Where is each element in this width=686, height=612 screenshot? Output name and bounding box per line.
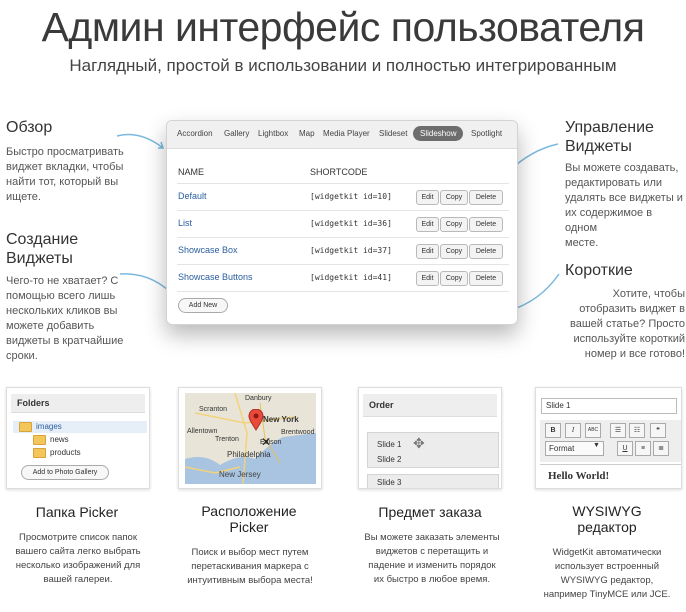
- tab-media-player[interactable]: Media Player: [323, 129, 370, 138]
- card-title: Папка Picker: [35, 504, 119, 520]
- edit-button[interactable]: Edit: [416, 244, 439, 259]
- folder-picker-preview: Folders images news products Add to Phot…: [6, 387, 150, 489]
- strikethrough-icon[interactable]: ABC: [585, 423, 601, 438]
- slide-item[interactable]: Slide 1: [377, 440, 401, 449]
- bullet-list-icon[interactable]: ☰: [610, 423, 626, 438]
- bold-icon[interactable]: B: [545, 423, 561, 438]
- widget-shortcode: [widgetkit id=37]: [310, 246, 392, 255]
- folder-icon: [19, 422, 32, 432]
- folders-header: Folders: [11, 394, 145, 413]
- tab-slideset[interactable]: Slideset: [379, 129, 407, 138]
- card-title: WYSIWYG редактор: [572, 503, 642, 535]
- tab-map[interactable]: Map: [299, 129, 315, 138]
- map-marker-icon[interactable]: [248, 409, 264, 431]
- copy-button[interactable]: Copy: [440, 244, 468, 259]
- map-label: Danbury: [245, 395, 272, 402]
- shortcode-heading: Короткие: [565, 262, 633, 279]
- card-title: Расположение Picker: [201, 503, 297, 535]
- wysiwyg-editor-preview: Slide 1 B I ABC ☰ ☷ ❝ Format ▼ U ≡ ≣ Hel…: [535, 387, 682, 489]
- divider: [177, 183, 509, 184]
- copy-button[interactable]: Copy: [440, 217, 468, 232]
- copy-button[interactable]: Copy: [440, 190, 468, 205]
- drag-cross-icon: ✕: [261, 435, 272, 449]
- tab-spotlight[interactable]: Spotlight: [471, 129, 502, 138]
- overview-heading: Обзор: [6, 119, 53, 136]
- editor-content[interactable]: Hello World!: [548, 470, 609, 482]
- justify-icon[interactable]: ≡: [635, 441, 651, 456]
- item-order-preview: Order Slide 1 ✥ Slide 2 Slide 3: [358, 387, 502, 489]
- column-name-header: NAME: [178, 167, 205, 177]
- italic-icon[interactable]: I: [565, 423, 581, 438]
- widget-name-link[interactable]: List: [178, 218, 192, 228]
- folder-item[interactable]: images: [19, 422, 62, 432]
- page-title: Админ интерфейс пользователя: [41, 4, 645, 50]
- widget-shortcode: [widgetkit id=10]: [310, 192, 392, 201]
- slide-item[interactable]: Slide 3: [377, 478, 401, 487]
- slide-item[interactable]: Slide 2: [377, 455, 401, 464]
- divider: [177, 264, 509, 265]
- location-picker-preview: Danbury Scranton New York Brentwood Alle…: [178, 387, 322, 489]
- folder-icon: [33, 448, 46, 458]
- widget-shortcode: [widgetkit id=36]: [310, 219, 392, 228]
- widget-name-link[interactable]: Showcase Box: [178, 245, 238, 255]
- blockquote-icon[interactable]: ❝: [650, 423, 666, 438]
- map-label: Scranton: [199, 406, 228, 413]
- folder-item[interactable]: news: [33, 435, 69, 445]
- delete-button[interactable]: Delete: [469, 244, 503, 259]
- numbered-list-icon[interactable]: ☷: [629, 423, 645, 438]
- map-label: Allentown: [187, 428, 218, 435]
- map-label: New Jersey: [219, 470, 261, 479]
- slide-title-input[interactable]: Slide 1: [541, 398, 677, 414]
- chevron-down-icon: ▼: [593, 442, 600, 449]
- map-label: Philadelphia: [227, 450, 271, 459]
- map-label: Trenton: [215, 436, 239, 443]
- edit-button[interactable]: Edit: [416, 217, 439, 232]
- divider: [177, 291, 509, 292]
- widget-shortcode: [widgetkit id=41]: [310, 273, 392, 282]
- folder-item[interactable]: products: [33, 448, 81, 458]
- manage-heading: Управление Виджеты: [565, 119, 654, 155]
- card-description: Вы можете заказать элементы виджетов с пе…: [364, 532, 500, 585]
- underline-icon[interactable]: U: [617, 441, 633, 456]
- edit-button[interactable]: Edit: [416, 271, 439, 286]
- delete-button[interactable]: Delete: [469, 190, 503, 205]
- divider: [177, 237, 509, 238]
- tab-lightbox[interactable]: Lightbox: [258, 129, 288, 138]
- card-title: Предмет заказа: [378, 504, 482, 520]
- widget-tabs: Accordion Gallery Lightbox Map Media Pla…: [167, 121, 517, 149]
- map-label: New York: [263, 415, 299, 424]
- card-description: Поиск и выбор мест путем перетаскивания м…: [187, 547, 313, 586]
- delete-button[interactable]: Delete: [469, 271, 503, 286]
- order-header: Order: [363, 394, 497, 417]
- overview-text: Быстро просматривать виджет вкладки, чтоб…: [6, 146, 124, 203]
- copy-button[interactable]: Copy: [440, 271, 468, 286]
- edit-button[interactable]: Edit: [416, 190, 439, 205]
- map-label: Brentwood: [281, 429, 315, 436]
- column-shortcode-header: SHORTCODE: [310, 167, 368, 177]
- widget-name-link[interactable]: Default: [178, 191, 207, 201]
- widget-name-link[interactable]: Showcase Buttons: [178, 272, 253, 282]
- tab-gallery[interactable]: Gallery: [224, 129, 249, 138]
- divider: [177, 210, 509, 211]
- add-new-button[interactable]: Add New: [178, 298, 228, 313]
- map[interactable]: Danbury Scranton New York Brentwood Alle…: [185, 393, 316, 484]
- widget-manager-panel: Accordion Gallery Lightbox Map Media Pla…: [166, 120, 518, 325]
- card-description: Просмотрите список папок вашего сайта лег…: [15, 532, 141, 585]
- shortcode-text: Хотите, чтобы отобразить виджет в вашей ст…: [569, 288, 685, 360]
- page-subtitle: Наглядный, простой в использовании и пол…: [69, 56, 617, 75]
- align-icon[interactable]: ≣: [653, 441, 669, 456]
- card-description: WidgetKit автоматически использует встрое…: [543, 547, 671, 600]
- move-icon[interactable]: ✥: [413, 435, 425, 452]
- tab-slideshow[interactable]: Slideshow: [413, 126, 464, 141]
- manage-text: Вы можете создавать, редактировать или уда…: [565, 162, 683, 249]
- tab-accordion[interactable]: Accordion: [177, 129, 213, 138]
- add-to-gallery-button[interactable]: Add to Photo Gallery: [21, 465, 109, 480]
- create-text: Чего-то не хватает? Спомощью всего лишь н…: [6, 275, 124, 362]
- folder-icon: [33, 435, 46, 445]
- delete-button[interactable]: Delete: [469, 217, 503, 232]
- arrow-icon: [116, 133, 165, 149]
- create-heading: Создание Виджеты: [6, 231, 79, 267]
